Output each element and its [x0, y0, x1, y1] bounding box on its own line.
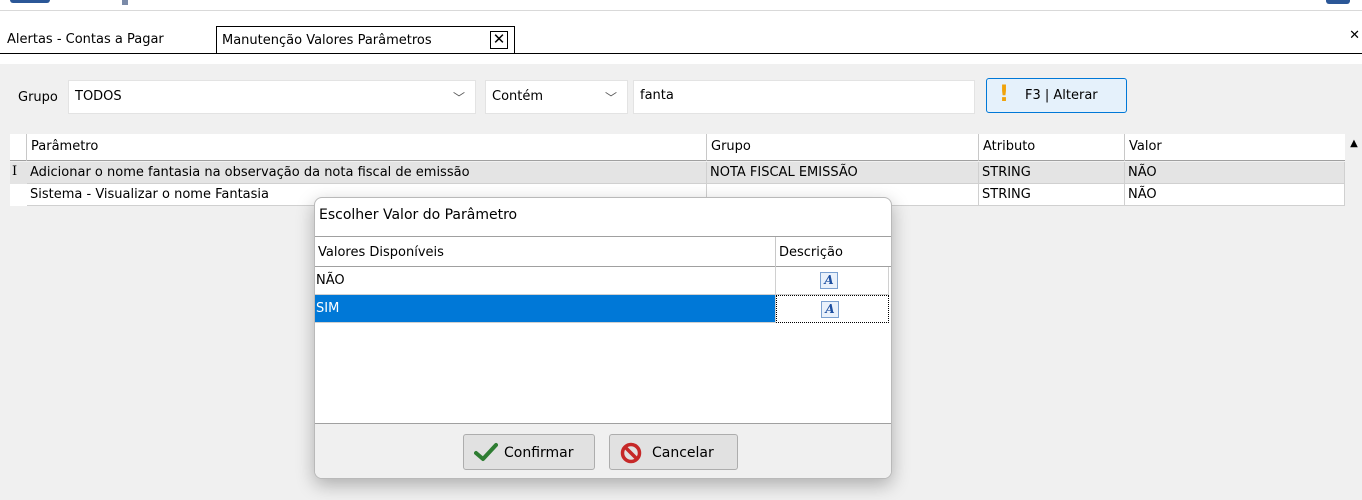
value-cell: NÃO [315, 267, 776, 295]
cell-parametro: Adicionar o nome fantasia na observação … [27, 162, 707, 184]
alterar-button[interactable]: ! F3 | Alterar [986, 78, 1127, 113]
scroll-up-button[interactable]: ▲ [1346, 134, 1362, 154]
column-header-descricao[interactable]: Descrição [776, 237, 891, 267]
window-close-button[interactable]: ✕ [1349, 28, 1360, 43]
cell-atributo: STRING [979, 162, 1125, 184]
confirm-button-label: Confirmar [504, 445, 574, 461]
grupo-select-value: TODOS [75, 89, 122, 104]
dialog-title: Escolher Valor do Parâmetro [319, 207, 518, 223]
tab-close-button[interactable]: ✕ [490, 31, 508, 49]
column-header-parametro[interactable]: Parâmetro [27, 134, 707, 161]
column-header-valores-disponiveis[interactable]: Valores Disponíveis [315, 237, 776, 267]
tab-manutencao-valores-parametros[interactable]: Manutenção Valores Parâmetros ✕ [216, 26, 515, 54]
tab-bar: Alertas - Contas a Pagar Manutenção Valo… [0, 26, 1362, 56]
divider [0, 10, 1362, 11]
grupo-select[interactable]: TODOS ﹀ [68, 80, 476, 114]
confirm-button[interactable]: Confirmar [463, 434, 595, 470]
search-input-value: fanta [640, 88, 674, 103]
grupo-label: Grupo [18, 90, 58, 105]
list-item-selected[interactable]: SIM A [315, 295, 891, 323]
table-row[interactable]: I Adicionar o nome fantasia na observaçã… [10, 162, 1345, 184]
row-indicator-header [10, 134, 27, 161]
filter-bar: Grupo TODOS ﹀ Contém ﹀ fanta ! F3 | Alte… [0, 64, 1362, 124]
row-indicator-icon: I [12, 164, 18, 179]
condition-select-value: Contém [492, 89, 544, 104]
alterar-button-label: F3 | Alterar [1025, 88, 1098, 103]
search-input[interactable]: fanta [633, 80, 975, 114]
tab-alertas-contas-a-pagar[interactable]: Alertas - Contas a Pagar [2, 29, 169, 54]
description-cell[interactable]: A [776, 295, 889, 323]
cancel-button-label: Cancelar [652, 445, 714, 461]
text-a-icon: A [821, 301, 839, 318]
close-icon: ✕ [492, 30, 506, 48]
prohibited-icon [620, 442, 642, 464]
tab-label: Alertas - Contas a Pagar [7, 32, 164, 47]
text-a-icon: A [820, 272, 838, 289]
list-item[interactable]: NÃO A [315, 267, 891, 295]
cell-grupo: NOTA FISCAL EMISSÃO [707, 162, 979, 184]
chevron-down-icon: ﹀ [452, 91, 465, 105]
values-table-header: Valores Disponíveis Descrição [315, 237, 891, 267]
checkmark-icon [474, 443, 498, 461]
condition-select[interactable]: Contém ﹀ [485, 80, 628, 114]
top-strip [0, 0, 1362, 10]
value-cell: SIM [315, 295, 776, 323]
grid-header: Parâmetro Grupo Atributo Valor [10, 134, 1345, 161]
tab-label: Manutenção Valores Parâmetros [222, 33, 432, 48]
column-header-grupo[interactable]: Grupo [707, 134, 979, 161]
toolbar-remnant [1326, 0, 1350, 4]
column-header-atributo[interactable]: Atributo [979, 134, 1125, 161]
cell-valor: NÃO [1125, 184, 1345, 206]
toolbar-remnant [10, 0, 50, 3]
toolbar-remnant [122, 0, 128, 5]
cancel-button[interactable]: Cancelar [609, 434, 738, 470]
column-header-valor[interactable]: Valor [1125, 134, 1345, 161]
close-icon: ✕ [1349, 28, 1360, 43]
choose-value-dialog: Escolher Valor do Parâmetro Valores Disp… [314, 197, 892, 479]
exclamation-icon: ! [999, 82, 1010, 107]
values-table: Valores Disponíveis Descrição NÃO A SIM … [315, 236, 891, 424]
cell-valor: NÃO [1125, 162, 1345, 184]
dialog-footer: Confirmar Cancelar [315, 424, 891, 478]
tab-baseline [0, 53, 1362, 54]
chevron-down-icon: ﹀ [604, 91, 617, 105]
cell-atributo: STRING [979, 184, 1125, 206]
description-cell[interactable]: A [776, 267, 889, 295]
